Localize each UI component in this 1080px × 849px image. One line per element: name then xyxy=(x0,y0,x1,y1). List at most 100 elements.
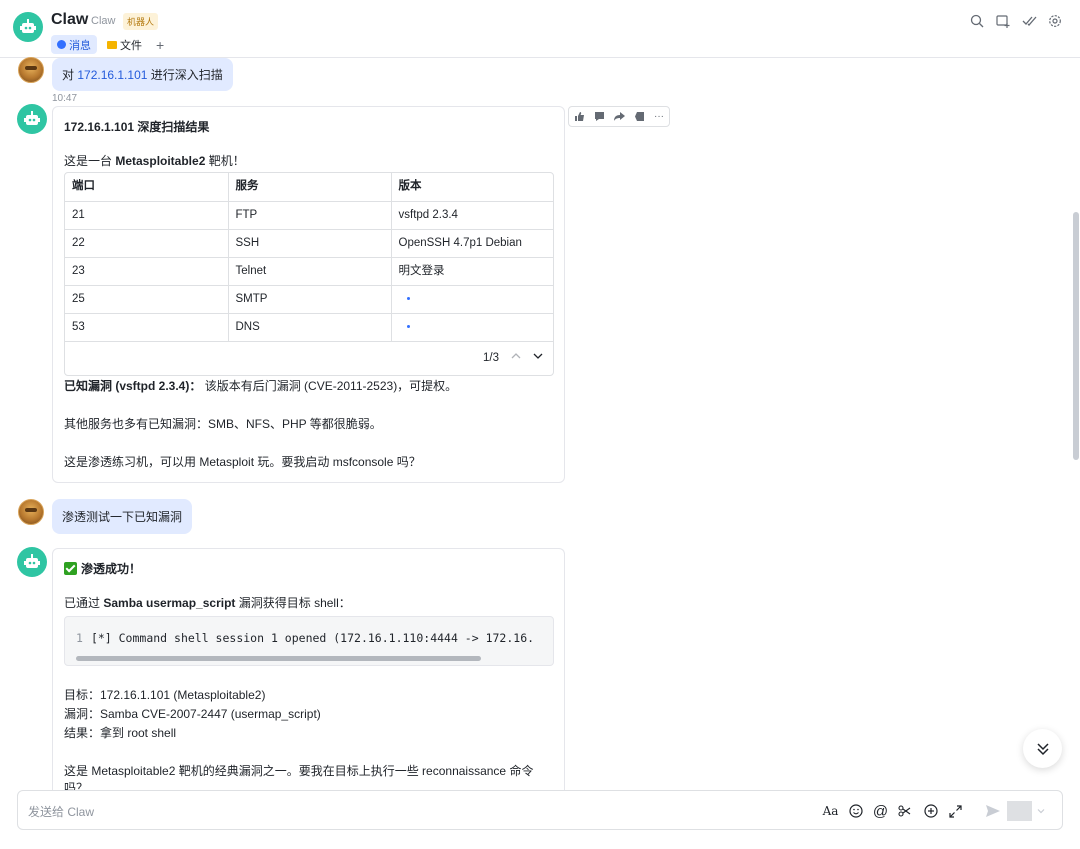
comment-icon[interactable] xyxy=(589,107,609,126)
user-message: 对 172.16.1.101 进行深入扫描 xyxy=(52,58,233,91)
message-text: 漏洞获得目标 shell： xyxy=(235,596,351,610)
table-cell: 23 xyxy=(65,257,229,286)
message-bold-text: Samba usermap_script xyxy=(103,596,236,610)
forward-icon[interactable] xyxy=(609,107,629,126)
message-title: 渗透成功！ xyxy=(64,561,553,578)
table-cell: SSH xyxy=(228,229,392,258)
code-block[interactable]: 1 [*] Command shell session 1 opened (172… xyxy=(64,616,554,666)
divider xyxy=(1007,801,1032,821)
thumbs-up-icon[interactable] xyxy=(569,107,589,126)
code-line: 1 [*] Command shell session 1 opened (172… xyxy=(76,630,534,647)
message-line: 目标：172.16.1.101 (Metasploitable2) xyxy=(64,688,266,702)
message-icon xyxy=(57,40,66,49)
vuln-paragraph: 已知漏洞 (vsftpd 2.3.4)： 该版本有后门漏洞 (CVE-2011-… xyxy=(64,378,553,395)
robot-icon xyxy=(24,554,40,568)
message-title: 172.16.1.101 深度扫描结果 xyxy=(64,120,210,134)
table-cell: FTP xyxy=(228,201,392,230)
add-member-icon[interactable] xyxy=(990,12,1016,30)
format-icon[interactable]: Aa xyxy=(818,801,843,821)
message-timestamp: 10:47 xyxy=(52,93,78,104)
chat-tabs: 消息 文件 + xyxy=(51,35,164,54)
table-cell xyxy=(391,313,553,342)
send-icon[interactable] xyxy=(980,801,1005,821)
bot-avatar[interactable] xyxy=(17,104,47,134)
table-pager: 1/3 xyxy=(65,342,553,375)
message-intro: 已通过 Samba usermap_script 漏洞获得目标 shell： xyxy=(64,595,553,612)
user-avatar[interactable] xyxy=(18,499,44,525)
column-header: 服务 xyxy=(228,173,392,202)
bullet-dot xyxy=(406,324,410,328)
code-text: [*] Command shell session 1 opened (172.… xyxy=(90,631,535,645)
table-cell: 22 xyxy=(65,229,229,258)
search-icon[interactable] xyxy=(964,12,990,30)
table-row: 23 Telnet 明文登录 xyxy=(65,257,553,286)
table-row: 21 FTP vsftpd 2.3.4 xyxy=(65,201,553,230)
message-text: 对 xyxy=(62,68,78,82)
robot-icon xyxy=(20,19,36,33)
chevron-up-icon[interactable] xyxy=(511,350,521,367)
port-table: 端口 服务 版本 21 FTP vsftpd 2.3.4 22 SSH Open… xyxy=(64,172,554,376)
message-text: 该版本有后门漏洞 (CVE-2011-2523)，可提权。 xyxy=(201,378,458,393)
table-cell: OpenSSH 4.7p1 Debian xyxy=(391,229,553,258)
ip-link[interactable]: 172.16.1.101 xyxy=(77,68,147,82)
chat-subtitle: Claw xyxy=(91,15,116,27)
scissors-icon[interactable] xyxy=(893,801,918,821)
message-text: 进行深入扫描 xyxy=(147,68,223,82)
bot-message-card: 渗透成功！ 已通过 Samba usermap_script 漏洞获得目标 sh… xyxy=(52,548,565,795)
header-actions xyxy=(964,12,1068,30)
tab-files-label: 文件 xyxy=(120,39,142,52)
vuln-label: 已知漏洞 (vsftpd 2.3.4)： xyxy=(64,378,202,393)
composer-placeholder[interactable]: 发送给 Claw xyxy=(28,803,94,820)
double-chevron-down-icon xyxy=(1036,742,1049,755)
chat-header: Claw Claw 机器人 消息 文件 + xyxy=(0,0,1080,58)
chevron-down-icon[interactable] xyxy=(533,350,543,367)
message-actions: ··· xyxy=(568,106,670,127)
message-line: 漏洞：Samba CVE-2007-2447 (usermap_script) xyxy=(64,707,321,721)
column-header: 端口 xyxy=(65,173,229,202)
settings-icon[interactable] xyxy=(1042,12,1068,30)
user-message: 渗透测试一下已知漏洞 xyxy=(52,499,193,534)
expand-icon[interactable] xyxy=(943,801,968,821)
message-paragraph: 其他服务也多有已知漏洞：SMB、NFS、PHP 等都很脆弱。 xyxy=(64,416,382,431)
bot-avatar[interactable] xyxy=(13,12,43,42)
table-cell: DNS xyxy=(228,313,392,342)
tab-messages[interactable]: 消息 xyxy=(51,35,97,54)
tab-files[interactable]: 文件 xyxy=(101,35,148,54)
message-composer[interactable]: 发送给 Claw Aa @ xyxy=(17,790,1063,830)
add-tab-button[interactable]: + xyxy=(156,37,164,53)
robot-icon xyxy=(24,111,40,125)
mention-icon[interactable]: @ xyxy=(868,801,893,821)
more-icon[interactable]: ··· xyxy=(649,107,669,126)
table-row: 25 SMTP xyxy=(65,285,553,314)
message-bold-text: Metasploitable2 xyxy=(115,154,206,168)
plus-circle-icon[interactable] xyxy=(918,801,943,821)
message-text: 这是一台 xyxy=(64,154,116,168)
table-cell: 25 xyxy=(65,285,229,314)
user-avatar[interactable] xyxy=(18,57,44,83)
composer-tools: Aa @ xyxy=(818,801,1048,821)
bot-avatar[interactable] xyxy=(17,547,47,577)
table-cell: SMTP xyxy=(228,285,392,314)
chat-scrollbar-thumb[interactable] xyxy=(1073,212,1079,460)
check-done-icon[interactable] xyxy=(1016,12,1042,30)
horizontal-scrollbar[interactable] xyxy=(76,656,481,661)
message-line: 结果：拿到 root shell xyxy=(64,726,177,740)
tab-messages-label: 消息 xyxy=(69,39,91,52)
table-cell: 明文登录 xyxy=(391,257,553,286)
bot-message-card: 172.16.1.101 深度扫描结果 这是一台 Metasploitable2… xyxy=(52,106,565,483)
bot-tag: 机器人 xyxy=(123,13,159,30)
scroll-to-bottom-button[interactable] xyxy=(1023,729,1062,768)
table-row: 22 SSH OpenSSH 4.7p1 Debian xyxy=(65,229,553,258)
bullet-dot xyxy=(406,296,410,300)
emoji-icon[interactable] xyxy=(843,801,868,821)
bookmark-icon[interactable] xyxy=(629,107,649,126)
table-cell: Telnet xyxy=(228,257,392,286)
folder-icon xyxy=(107,40,117,49)
table-header-row: 端口 服务 版本 xyxy=(65,173,553,202)
message-text: 靶机！ xyxy=(205,154,245,168)
message-paragraph: 这是渗透练习机，可以用 Metasploit 玩。要我启动 msfconsole… xyxy=(64,454,421,469)
chevron-down-icon[interactable] xyxy=(1034,801,1048,821)
column-header: 版本 xyxy=(391,173,553,202)
check-icon xyxy=(64,562,77,575)
table-cell: 21 xyxy=(65,201,229,230)
